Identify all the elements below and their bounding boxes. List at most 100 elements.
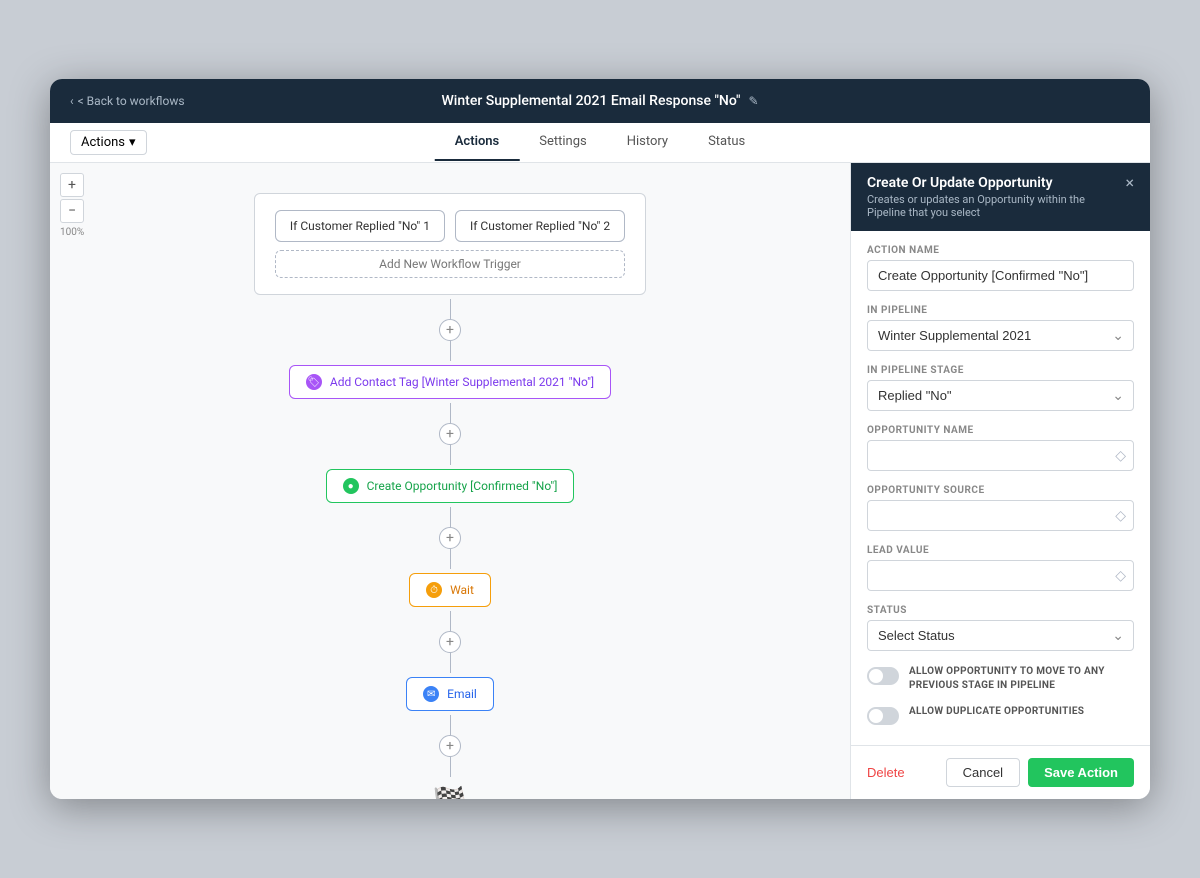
connector-0: +	[439, 299, 461, 361]
actions-dropdown[interactable]: Actions ▾	[70, 130, 147, 155]
status-select[interactable]: Select Status	[867, 620, 1134, 651]
status-select-wrapper: Select Status	[867, 620, 1134, 651]
opportunity-source-input-wrapper: ◇	[867, 500, 1134, 531]
connector-line	[450, 507, 451, 527]
lead-value-field-group: LEAD VALUE ◇	[867, 545, 1134, 591]
tab-settings[interactable]: Settings	[519, 124, 606, 161]
back-label: < Back to workflows	[78, 94, 185, 108]
lead-value-input[interactable]	[867, 560, 1134, 591]
status-field-group: STATUS Select Status	[867, 605, 1134, 651]
delete-button[interactable]: Delete	[867, 765, 905, 780]
opportunity-icon: ●	[343, 478, 359, 494]
connector-line	[450, 445, 451, 465]
zoom-level-label: 100%	[60, 227, 84, 238]
workflow-canvas-area[interactable]: + − 100% If Customer Replied "No" 1 If C…	[50, 163, 850, 799]
panel-footer: Delete Cancel Save Action	[851, 745, 1150, 799]
allow-duplicate-toggle[interactable]	[867, 707, 899, 725]
connector-1: +	[439, 403, 461, 465]
lead-value-label: LEAD VALUE	[867, 545, 1134, 556]
opportunity-source-label: OPPORTUNITY SOURCE	[867, 485, 1134, 496]
allow-previous-stage-label: ALLOW OPPORTUNITY TO MOVE TO ANY PREVIOU…	[909, 665, 1134, 693]
zoom-out-button[interactable]: −	[60, 199, 84, 223]
panel-subtitle: Creates or updates an Opportunity within…	[867, 193, 1125, 219]
in-pipeline-select-wrapper: Winter Supplemental 2021	[867, 320, 1134, 351]
workflow-title-text: Winter Supplemental 2021 Email Response …	[441, 93, 740, 109]
email-label: Email	[447, 687, 477, 701]
wait-icon: ⏱	[426, 582, 442, 598]
app-window: ‹ < Back to workflows Winter Supplementa…	[50, 79, 1150, 799]
panel-title: Create Or Update Opportunity	[867, 175, 1125, 191]
wait-action-node[interactable]: ⏱ Wait	[409, 573, 491, 607]
back-link[interactable]: ‹ < Back to workflows	[70, 94, 185, 108]
main-content: + − 100% If Customer Replied "No" 1 If C…	[50, 163, 1150, 799]
right-panel: Create Or Update Opportunity Creates or …	[850, 163, 1150, 799]
panel-header-content: Create Or Update Opportunity Creates or …	[867, 175, 1125, 219]
allow-previous-stage-toggle[interactable]	[867, 667, 899, 685]
allow-previous-stage-toggle-row: ALLOW OPPORTUNITY TO MOVE TO ANY PREVIOU…	[867, 665, 1134, 693]
add-trigger-button[interactable]: Add New Workflow Trigger	[275, 250, 625, 278]
tab-history[interactable]: History	[607, 124, 688, 161]
trigger-node-2[interactable]: If Customer Replied "No" 2	[455, 210, 625, 242]
edit-title-icon[interactable]: ✎	[748, 94, 758, 108]
trigger-nodes: If Customer Replied "No" 1 If Customer R…	[275, 210, 625, 242]
tab-actions[interactable]: Actions	[435, 124, 520, 161]
opportunity-source-icon: ◇	[1115, 508, 1126, 524]
opportunity-name-field-group: OPPORTUNITY NAME ◇	[867, 425, 1134, 471]
in-pipeline-stage-select-wrapper: Replied "No"	[867, 380, 1134, 411]
wait-label: Wait	[450, 583, 474, 597]
connector-3: +	[439, 611, 461, 673]
zoom-controls: + − 100%	[60, 173, 84, 238]
workflow-canvas: If Customer Replied "No" 1 If Customer R…	[50, 163, 850, 799]
add-step-button-4[interactable]: +	[439, 735, 461, 757]
in-pipeline-field-group: IN PIPELINE Winter Supplemental 2021	[867, 305, 1134, 351]
in-pipeline-stage-field-group: IN PIPELINE STAGE Replied "No"	[867, 365, 1134, 411]
opportunity-action-node[interactable]: ● Create Opportunity [Confirmed "No"]	[326, 469, 575, 503]
connector-line	[450, 611, 451, 631]
connector-line	[450, 549, 451, 569]
top-bar: ‹ < Back to workflows Winter Supplementa…	[50, 79, 1150, 123]
in-pipeline-select[interactable]: Winter Supplemental 2021	[867, 320, 1134, 351]
tabs-bar: Actions ▾ Actions Settings History Statu…	[50, 123, 1150, 163]
panel-header: Create Or Update Opportunity Creates or …	[851, 163, 1150, 231]
trigger-node-1[interactable]: If Customer Replied "No" 1	[275, 210, 445, 242]
action-name-label: ACTION NAME	[867, 245, 1134, 256]
save-action-button[interactable]: Save Action	[1028, 758, 1134, 787]
opportunity-name-label: OPPORTUNITY NAME	[867, 425, 1134, 436]
zoom-in-button[interactable]: +	[60, 173, 84, 197]
email-action-node[interactable]: ✉ Email	[406, 677, 494, 711]
opportunity-source-input[interactable]	[867, 500, 1134, 531]
tab-status[interactable]: Status	[688, 124, 765, 161]
connector-line	[450, 757, 451, 777]
connector-line	[450, 299, 451, 319]
opportunity-name-input-wrapper: ◇	[867, 440, 1134, 471]
add-step-button-0[interactable]: +	[439, 319, 461, 341]
actions-dropdown-label: Actions	[81, 135, 125, 150]
lead-value-input-wrapper: ◇	[867, 560, 1134, 591]
action-name-input[interactable]	[867, 260, 1134, 291]
tag-action-node[interactable]: 🏷 Add Contact Tag [Winter Supplemental 2…	[289, 365, 611, 399]
lead-value-icon: ◇	[1115, 568, 1126, 584]
workflow-title: Winter Supplemental 2021 Email Response …	[441, 93, 758, 109]
add-step-button-2[interactable]: +	[439, 527, 461, 549]
opportunity-source-field-group: OPPORTUNITY SOURCE ◇	[867, 485, 1134, 531]
action-name-field-group: ACTION NAME	[867, 245, 1134, 291]
panel-close-button[interactable]: ×	[1125, 175, 1134, 191]
connector-line	[450, 341, 451, 361]
email-icon: ✉	[423, 686, 439, 702]
add-step-button-1[interactable]: +	[439, 423, 461, 445]
connector-line	[450, 403, 451, 423]
in-pipeline-stage-label: IN PIPELINE STAGE	[867, 365, 1134, 376]
nav-tabs: Actions Settings History Status	[435, 124, 766, 161]
add-step-button-3[interactable]: +	[439, 631, 461, 653]
connector-line	[450, 715, 451, 735]
tag-icon: 🏷	[306, 374, 322, 390]
back-icon: ‹	[70, 94, 74, 108]
cancel-button[interactable]: Cancel	[946, 758, 1020, 787]
connector-2: +	[439, 507, 461, 569]
allow-duplicate-toggle-row: ALLOW DUPLICATE OPPORTUNITIES	[867, 705, 1134, 725]
connector-4: +	[439, 715, 461, 777]
trigger-container: If Customer Replied "No" 1 If Customer R…	[254, 193, 646, 295]
in-pipeline-stage-select[interactable]: Replied "No"	[867, 380, 1134, 411]
dropdown-chevron-icon: ▾	[129, 135, 136, 150]
opportunity-name-input[interactable]	[867, 440, 1134, 471]
